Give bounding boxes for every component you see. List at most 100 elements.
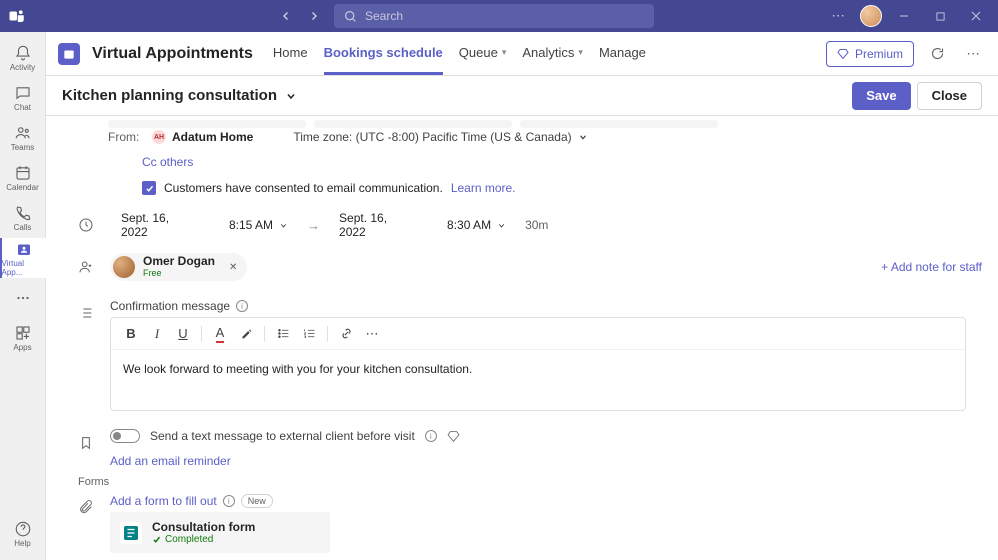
font-color-button[interactable]: A: [208, 322, 232, 346]
rail-chat[interactable]: Chat: [0, 78, 46, 118]
remove-staff-button[interactable]: ✕: [229, 262, 237, 273]
forms-app-icon: [120, 522, 142, 544]
form-card-name: Consultation form: [152, 520, 255, 534]
add-form-link[interactable]: Add a form to fill out: [110, 494, 217, 508]
italic-button[interactable]: I: [145, 322, 169, 346]
add-note-link[interactable]: + Add note for staff: [881, 260, 982, 274]
check-icon: [152, 535, 161, 544]
link-button[interactable]: [334, 322, 358, 346]
close-button[interactable]: Close: [917, 82, 982, 110]
tab-queue[interactable]: Queue▾: [459, 33, 507, 75]
more-button[interactable]: ⋯: [824, 2, 852, 30]
rail-apps[interactable]: Apps: [0, 318, 46, 358]
duration-label: 30m: [525, 218, 548, 232]
app-header: Virtual Appointments Home Bookings sched…: [46, 32, 998, 76]
rail-teams[interactable]: Teams: [0, 118, 46, 158]
highlight-button[interactable]: [234, 322, 258, 346]
form-card-status: Completed: [152, 534, 255, 545]
organization-chip[interactable]: AH Adatum Home: [152, 130, 253, 144]
header-more-button[interactable]: ⋯: [960, 41, 986, 67]
rail-activity[interactable]: Activity: [0, 38, 46, 78]
new-badge: New: [241, 494, 273, 508]
sub-header: Kitchen planning consultation Save Close: [46, 76, 998, 116]
teams-logo-icon: [8, 7, 26, 25]
arrow-right-icon: →: [307, 218, 320, 233]
premium-button[interactable]: Premium: [826, 41, 914, 67]
list-icon: [62, 299, 110, 411]
person-icon: [62, 253, 110, 281]
bold-button[interactable]: B: [119, 322, 143, 346]
rail-help[interactable]: Help: [0, 514, 46, 554]
chevron-down-icon: [578, 132, 588, 142]
booking-form: From: AH Adatum Home Time zone: (UTC -8:…: [46, 116, 998, 560]
rail-virtual-appointments[interactable]: Virtual App...: [0, 238, 46, 278]
toolbar-more-button[interactable]: ⋯: [360, 322, 384, 346]
end-time-field[interactable]: 8:30 AM: [436, 211, 517, 239]
numbered-list-button[interactable]: [297, 322, 321, 346]
save-button[interactable]: Save: [852, 82, 910, 110]
confirmation-label: Confirmation message: [110, 299, 230, 313]
bullet-list-button[interactable]: [271, 322, 295, 346]
chevron-down-icon: ▾: [502, 47, 507, 58]
org-avatar-icon: AH: [152, 130, 166, 144]
minimize-button[interactable]: [890, 2, 918, 30]
underline-button[interactable]: U: [171, 322, 195, 346]
chevron-down-icon: [497, 221, 506, 230]
tab-manage[interactable]: Manage: [599, 33, 646, 75]
rail-more[interactable]: [0, 278, 46, 318]
tab-analytics[interactable]: Analytics▾: [522, 33, 583, 75]
tab-bookings-schedule[interactable]: Bookings schedule: [324, 33, 443, 75]
info-icon[interactable]: i: [223, 495, 235, 507]
search-icon: [344, 10, 357, 23]
forms-section-label: Forms: [62, 472, 998, 490]
attendee-field[interactable]: [108, 120, 306, 128]
consent-checkbox[interactable]: [142, 181, 156, 195]
forward-button[interactable]: [302, 4, 326, 28]
service-type-dropdown[interactable]: Kitchen planning consultation: [62, 87, 297, 104]
attachment-icon: [62, 494, 110, 553]
user-avatar[interactable]: [860, 5, 882, 27]
info-icon[interactable]: i: [425, 430, 437, 442]
app-rail: Activity Chat Teams Calendar Calls Virtu…: [0, 32, 46, 560]
virtual-appointments-icon: [58, 43, 80, 65]
maximize-button[interactable]: [926, 2, 954, 30]
search-box[interactable]: [334, 4, 654, 28]
confirmation-editor: B I U A ⋯ We l: [110, 317, 966, 411]
start-time-field[interactable]: 8:15 AM: [218, 211, 299, 239]
staff-chip: Omer Dogan Free ✕: [110, 253, 247, 281]
staff-avatar: [113, 256, 135, 278]
consent-text: Customers have consented to email commun…: [164, 181, 443, 195]
bookmark-icon: [62, 429, 110, 468]
info-icon[interactable]: i: [236, 300, 248, 312]
message-body-input[interactable]: We look forward to meeting with you for …: [111, 350, 965, 410]
staff-name: Omer Dogan: [143, 255, 215, 268]
tab-home[interactable]: Home: [273, 33, 308, 75]
search-input[interactable]: [365, 9, 644, 23]
diamond-icon: [447, 430, 460, 443]
chevron-down-icon: [279, 221, 288, 230]
titlebar: ⋯: [0, 0, 998, 32]
add-email-reminder-link[interactable]: Add an email reminder: [110, 454, 231, 468]
form-card[interactable]: Consultation form Completed: [110, 512, 330, 553]
refresh-button[interactable]: [924, 41, 950, 67]
attendee-field[interactable]: [314, 120, 512, 128]
chevron-down-icon: [285, 90, 297, 102]
learn-more-link[interactable]: Learn more.: [451, 181, 516, 195]
back-button[interactable]: [274, 4, 298, 28]
app-title: Virtual Appointments: [92, 45, 253, 63]
start-date-field[interactable]: Sept. 16, 2022: [110, 211, 210, 239]
attendee-field[interactable]: [520, 120, 718, 128]
rail-calendar[interactable]: Calendar: [0, 158, 46, 198]
rail-calls[interactable]: Calls: [0, 198, 46, 238]
staff-status: Free: [143, 269, 215, 279]
cc-others-link[interactable]: Cc others: [142, 155, 193, 169]
end-date-field[interactable]: Sept. 16, 2022: [328, 211, 428, 239]
diamond-icon: [837, 48, 849, 60]
close-window-button[interactable]: [962, 2, 990, 30]
timezone-selector[interactable]: Time zone: (UTC -8:00) Pacific Time (US …: [293, 130, 587, 144]
sms-toggle[interactable]: [110, 429, 140, 443]
from-label: From:: [108, 130, 142, 144]
clock-icon: [62, 211, 110, 239]
chevron-down-icon: ▾: [578, 47, 583, 58]
sms-label: Send a text message to external client b…: [150, 429, 415, 443]
